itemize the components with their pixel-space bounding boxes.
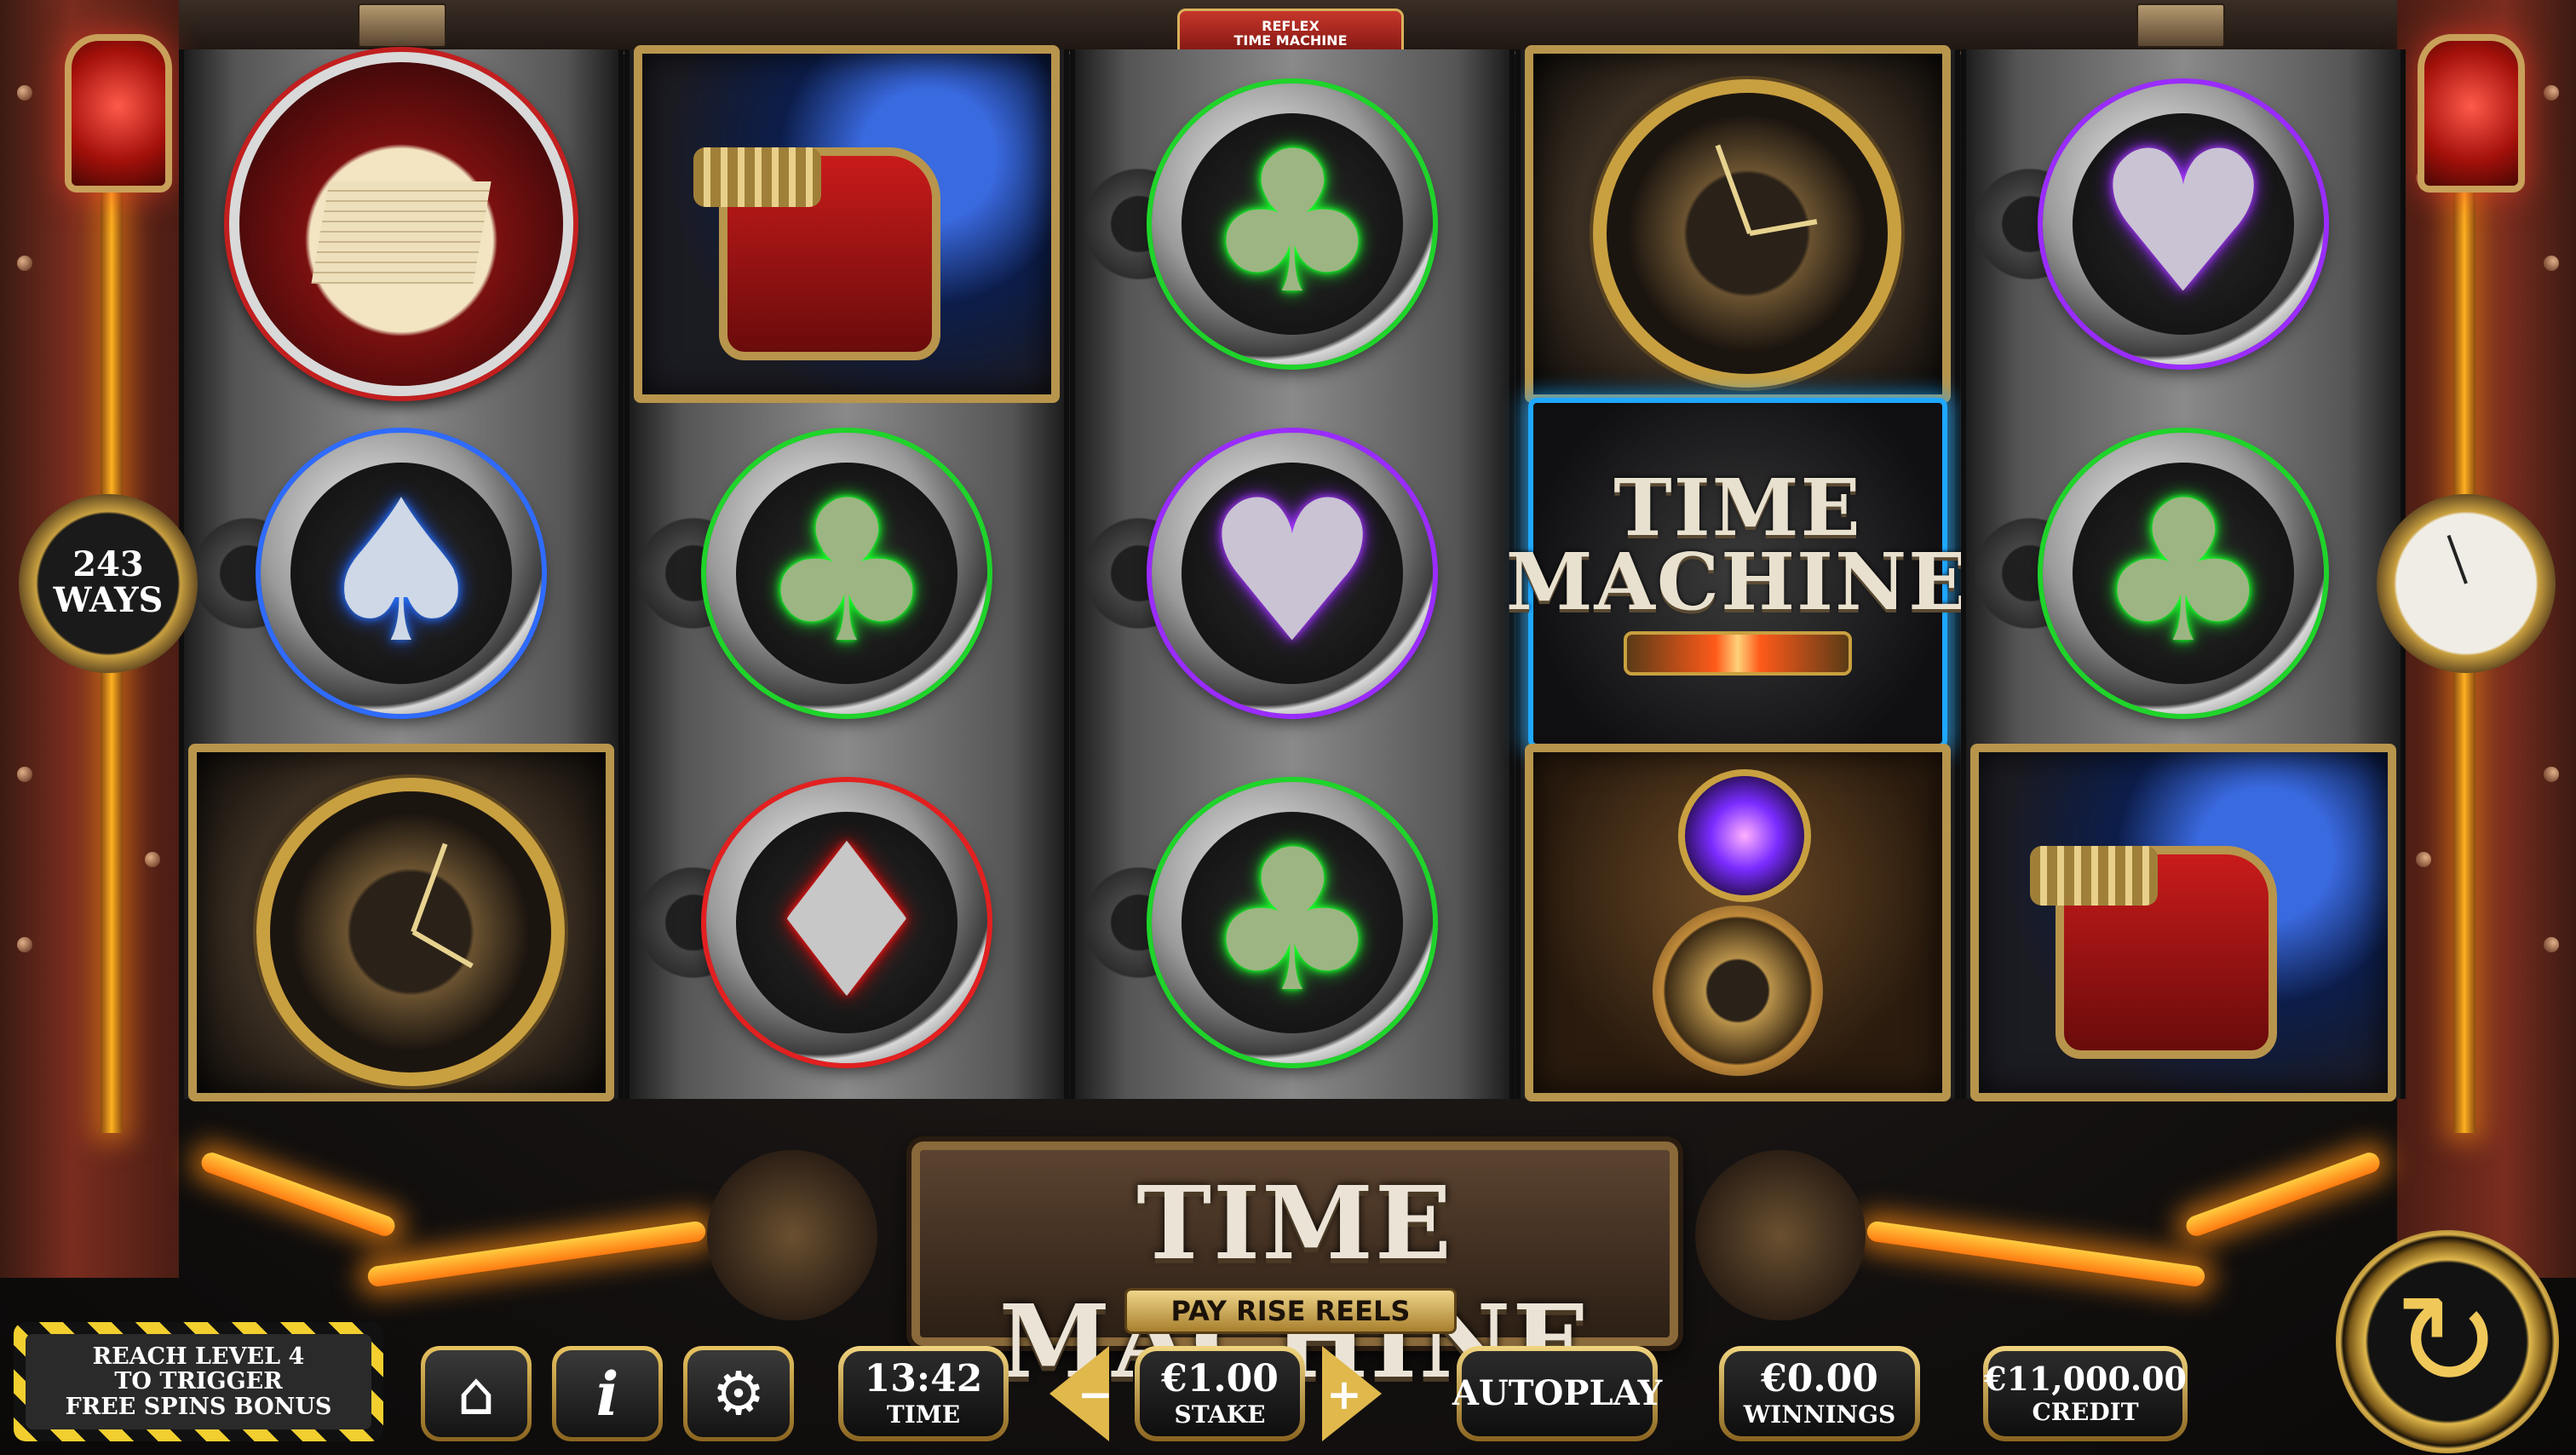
bonus-hint-line-3: FREE SPINS BONUS [65,1393,332,1420]
top-badge-title: TIME MACHINE [1233,32,1348,49]
stake-increase-button[interactable]: + [1322,1346,1390,1441]
club-icon: ♣ [1204,808,1381,1036]
stake-decrease-button[interactable]: − [1049,1346,1118,1441]
left-warning-lamp [65,34,172,193]
club-icon: ♣ [2095,459,2272,687]
right-ornament [1695,1150,1866,1320]
autoplay-button[interactable]: AUTOPLAY [1452,1346,1662,1441]
time-machine-logo-icon: TIME MACHINE [1506,398,1968,749]
spin-icon: ↻ [2394,1268,2501,1416]
pressure-gauge-icon [2377,494,2556,673]
stake-display: €1.00 STAKE [1135,1346,1305,1441]
symbol-heart: ♥ [1966,49,2401,399]
symbol-club: ♣ [1966,399,2401,748]
right-warning-lamp [2418,34,2525,193]
settings-button[interactable]: ⚙ [683,1346,794,1441]
gear-icon: ⚙ [711,1359,766,1429]
symbol-book [184,49,618,399]
minus-icon: − [1078,1368,1113,1419]
time-chair-icon [1970,744,2396,1101]
reel-5: ♥ ♣ [1961,49,2406,1101]
club-icon: ♣ [1204,110,1381,337]
left-ornament [707,1150,877,1320]
time-chair-icon [634,45,1060,403]
home-button[interactable]: ⌂ [421,1346,532,1441]
reel-area: ♠ ♣ ♦ ♣ ♥ ♣ TIME MACHINE ♥ ♣ [179,45,2406,1101]
time-label: TIME [886,1400,961,1429]
reflex-plaque [2136,3,2225,48]
autoplay-label: AUTOPLAY [1452,1373,1663,1413]
game-subtitle: PAY RISE REELS [1124,1288,1457,1334]
stake-label: STAKE [1174,1400,1266,1429]
symbol-spade: ♠ [184,399,618,748]
stake-value: €1.00 [1161,1356,1279,1400]
heart-icon: ♥ [2095,110,2272,337]
neon-pipe [366,1220,707,1288]
logo-line-1: TIME [1613,461,1862,554]
neon-pipe [198,1149,398,1239]
plus-icon: + [1326,1368,1362,1419]
symbol-club: ♣ [1075,748,1509,1097]
info-button[interactable]: i [552,1346,663,1441]
logo-line-2: MACHINE [1505,536,1970,628]
game-stage: REFLEX TIME MACHINE ♠ ♣ ♦ ♣ ♥ ♣ TIME MAC… [0,0,2576,1455]
heart-icon: ♥ [1204,459,1381,687]
credit-value: €11,000.00 [1984,1359,2187,1398]
symbol-club: ♣ [630,399,1064,748]
bonus-hint-panel: REACH LEVEL 4 TO TRIGGER FREE SPINS BONU… [14,1322,383,1441]
credit-label: CREDIT [2032,1397,2139,1426]
reel-3: ♣ ♥ ♣ [1070,49,1515,1099]
reflex-plaque [358,3,446,48]
symbol-time-chair [630,45,1064,403]
winnings-display: €0.00 WINNINGS [1719,1346,1920,1441]
bonus-hint-line-1: REACH LEVEL 4 [92,1343,305,1371]
credit-display: €11,000.00 CREDIT [1983,1346,2188,1441]
symbol-heart: ♥ [1075,399,1509,748]
symbol-clock [184,744,618,1101]
symbol-clock [1521,45,1955,403]
symbol-time-chair [1966,744,2401,1101]
ways-label: WAYS [53,580,164,620]
neon-pipe [1866,1220,2206,1288]
info-icon: i [595,1358,619,1429]
symbol-time-machine-logo: TIME MACHINE [1506,398,1968,749]
home-icon: ⌂ [457,1359,496,1429]
diamond-icon: ♦ [750,798,943,1046]
time-value: 13:42 [864,1356,983,1400]
clock-icon [1525,45,1951,403]
symbol-diamond: ♦ [630,748,1064,1097]
ways-badge: 243 WAYS [19,494,198,673]
bonus-hint-line-2: TO TRIGGER [114,1368,283,1395]
club-icon: ♣ [758,459,935,687]
plasma-machine-icon [1525,744,1951,1101]
reel-4: TIME MACHINE [1506,45,1968,1101]
spin-button[interactable]: ↻ [2336,1230,2559,1453]
symbol-club: ♣ [1075,49,1509,399]
winnings-label: WINNINGS [1743,1400,1896,1429]
book-icon [229,52,573,396]
neon-pipe [2183,1149,2383,1239]
reel-2: ♣ ♦ [624,45,1069,1099]
reel-1: ♠ [179,49,624,1101]
clock-icon [188,744,614,1101]
spade-icon: ♠ [313,459,490,687]
coil-icon [1624,631,1852,676]
winnings-value: €0.00 [1761,1356,1878,1400]
ways-count: 243 [72,544,144,584]
symbol-machine [1521,744,1955,1101]
time-display: 13:42 TIME [838,1346,1009,1441]
